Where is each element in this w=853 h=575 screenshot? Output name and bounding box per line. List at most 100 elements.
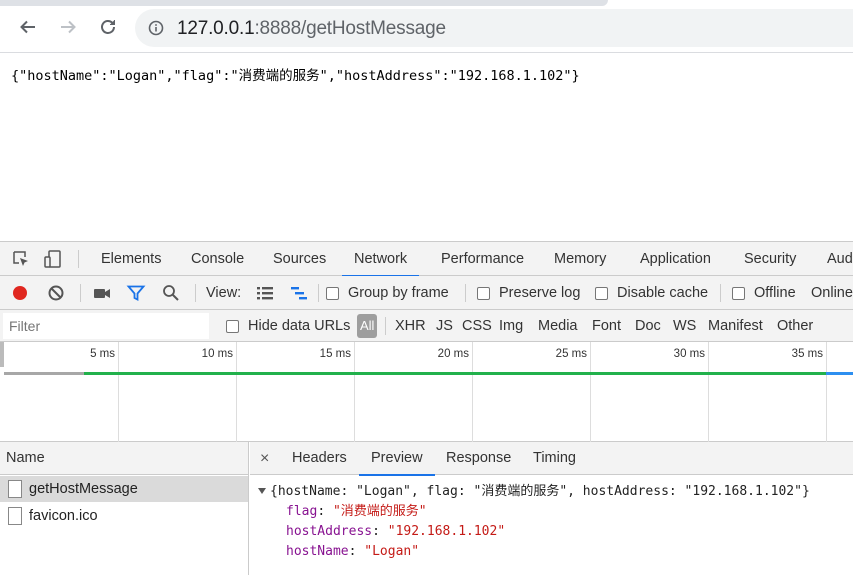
tab-console[interactable]: Console xyxy=(191,242,244,276)
timeline-download-bar xyxy=(826,372,853,375)
toolbar-divider xyxy=(195,284,196,302)
checkbox-box[interactable] xyxy=(477,286,490,300)
checkbox-box[interactable] xyxy=(732,286,745,300)
page-json-response: {"hostName":"Logan","flag":"消费端的服务","hos… xyxy=(11,68,580,84)
disable-cache-checkbox[interactable]: Disable cache xyxy=(595,276,708,310)
timeline-tick-label: 25 ms xyxy=(555,348,587,360)
waterfall-view-icon[interactable] xyxy=(289,283,309,303)
network-overview-timeline[interactable]: 5 ms 10 ms 15 ms 20 ms 25 ms 30 ms 35 ms xyxy=(0,342,853,442)
hide-data-urls-checkbox[interactable]: Hide data URLs xyxy=(226,310,350,342)
toolbar-divider xyxy=(80,284,81,302)
request-name: favicon.ico xyxy=(29,508,98,524)
filter-type-img[interactable]: Img xyxy=(499,310,523,342)
filter-icon[interactable] xyxy=(126,283,146,303)
tab-security[interactable]: Security xyxy=(744,242,796,276)
filter-type-css[interactable]: CSS xyxy=(462,310,492,342)
tab-strip xyxy=(0,0,608,6)
toolbar-divider xyxy=(78,250,79,268)
filter-type-manifest[interactable]: Manifest xyxy=(708,310,763,342)
triangle-down-icon[interactable] xyxy=(258,488,266,494)
timeline-tick-label: 20 ms xyxy=(437,348,469,360)
info-icon[interactable] xyxy=(148,20,164,36)
request-name: getHostMessage xyxy=(29,481,138,497)
checkbox-box[interactable] xyxy=(226,319,239,333)
checkbox-box[interactable] xyxy=(595,286,608,300)
timeline-gridline xyxy=(354,342,355,442)
request-row-gethostmessage[interactable]: getHostMessage xyxy=(0,476,248,502)
network-toolbar: View: Group by frame Preserve log Disabl… xyxy=(0,276,853,310)
timeline-gridline xyxy=(472,342,473,442)
search-icon[interactable] xyxy=(161,283,181,303)
tab-application[interactable]: Application xyxy=(640,242,711,276)
clear-icon[interactable] xyxy=(46,283,66,303)
checkbox-box[interactable] xyxy=(326,286,339,300)
timeline-tick-label: 10 ms xyxy=(201,348,233,360)
filter-bar: Hide data URLs All XHR JS CSS Img Media … xyxy=(0,310,853,342)
field-value: "192.168.1.102" xyxy=(387,524,506,539)
group-by-frame-checkbox[interactable]: Group by frame xyxy=(326,276,449,310)
tab-preview[interactable]: Preview xyxy=(359,442,435,476)
url-path: :8888/getHostMessage xyxy=(254,18,446,39)
tab-network[interactable]: Network xyxy=(341,242,420,277)
view-label: View: xyxy=(206,285,242,301)
timeline-gridline xyxy=(590,342,591,442)
filter-input[interactable] xyxy=(3,313,209,339)
filter-type-js[interactable]: JS xyxy=(436,310,453,342)
detail-tab-bar: × Headers Preview Response Timing xyxy=(250,442,853,476)
request-row-favicon[interactable]: favicon.ico xyxy=(0,503,248,529)
document-icon xyxy=(8,507,22,525)
tab-response[interactable]: Response xyxy=(446,442,511,475)
preserve-log-checkbox[interactable]: Preserve log xyxy=(477,276,580,310)
tab-sources[interactable]: Sources xyxy=(273,242,326,276)
timeline-gridline xyxy=(118,342,119,442)
tab-timing[interactable]: Timing xyxy=(533,442,576,475)
filter-type-font[interactable]: Font xyxy=(592,310,621,342)
tab-elements[interactable]: Elements xyxy=(101,242,161,276)
reload-button[interactable] xyxy=(96,15,120,39)
devtools-panel: Elements Console Sources Network Perform… xyxy=(0,241,853,575)
request-list-header[interactable]: Name xyxy=(0,442,248,475)
url-host: 127.0.0.1 xyxy=(177,18,255,39)
url-text[interactable]: 127.0.0.1:8888/getHostMessage xyxy=(177,18,446,40)
record-icon[interactable] xyxy=(10,283,30,303)
inspect-element-icon[interactable] xyxy=(11,249,31,269)
timeline-request-bar xyxy=(84,372,826,375)
field-key: hostAddress xyxy=(286,524,373,539)
document-icon xyxy=(8,480,22,498)
field-value: "Logan" xyxy=(364,544,420,559)
timeline-start-marker xyxy=(0,342,4,367)
reload-icon xyxy=(101,20,115,34)
field-key: hostName xyxy=(286,544,349,559)
offline-checkbox[interactable]: Offline xyxy=(732,276,796,310)
tab-memory[interactable]: Memory xyxy=(554,242,606,276)
close-icon[interactable]: × xyxy=(260,450,269,468)
filter-type-xhr[interactable]: XHR xyxy=(395,310,426,342)
timeline-tick-label: 35 ms xyxy=(791,348,823,360)
toolbar-divider xyxy=(318,284,319,302)
request-detail-panel: × Headers Preview Response Timing {hostN… xyxy=(250,442,853,575)
request-list: Name getHostMessage favicon.ico xyxy=(0,442,249,575)
filter-type-ws[interactable]: WS xyxy=(673,310,696,342)
devtools-tab-bar: Elements Console Sources Network Perform… xyxy=(0,242,853,277)
disable-cache-label: Disable cache xyxy=(617,285,709,301)
timeline-tick-label: 30 ms xyxy=(673,348,705,360)
tab-audits[interactable]: Aud xyxy=(827,242,853,276)
camera-icon[interactable] xyxy=(92,283,112,303)
timeline-waiting-bar xyxy=(4,372,84,375)
preview-field-row: flag: "消费端的服务" xyxy=(286,504,427,519)
tab-performance[interactable]: Performance xyxy=(441,242,524,276)
device-toolbar-icon[interactable] xyxy=(43,249,63,269)
filter-type-media[interactable]: Media xyxy=(538,310,578,342)
filter-type-all[interactable]: All xyxy=(357,314,378,338)
timeline-tick-label: 15 ms xyxy=(319,348,351,360)
preview-root-row[interactable]: {hostName: "Logan", flag: "消费端的服务", host… xyxy=(258,482,810,502)
offline-label: Offline xyxy=(754,285,796,301)
filter-type-doc[interactable]: Doc xyxy=(635,310,661,342)
list-view-icon[interactable] xyxy=(255,283,275,303)
tab-headers[interactable]: Headers xyxy=(292,442,347,475)
timeline-gridline xyxy=(708,342,709,442)
forward-button[interactable] xyxy=(56,15,80,39)
online-throttle-select[interactable]: Online xyxy=(811,276,853,310)
back-button[interactable] xyxy=(16,15,40,39)
filter-type-other[interactable]: Other xyxy=(777,310,813,342)
